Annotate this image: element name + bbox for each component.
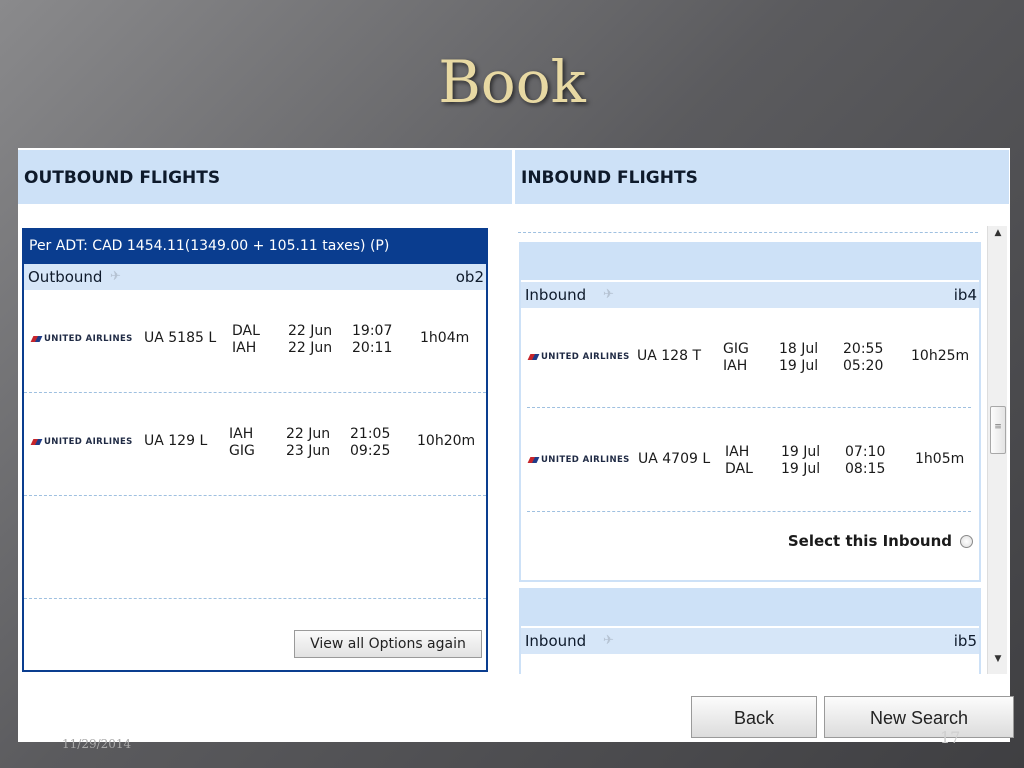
airports: DAL IAH [232,323,260,356]
duration: 10h25m [911,348,970,364]
flight-segment: UNITED AIRLINES UA 5185 L DAL IAH 22 Jun 2… [24,290,486,393]
duration: 10h20m [417,433,476,449]
outbound-option-box: Per ADT: CAD 1454.11(1349.00 + 105.11 ta… [22,228,488,672]
flight-segment: UNITED AIRLINES UA 129 L IAH GIG 22 Jun 23… [24,393,486,496]
select-inbound-row[interactable]: Select this Inbound [788,532,973,550]
airports: GIG IAH [723,341,749,374]
duration: 1h04m [420,330,470,346]
view-all-options-button[interactable]: View all Options again [294,630,482,658]
dates: 19 Jul 19 Jul [781,444,821,477]
airline-logo: UNITED AIRLINES [527,455,630,465]
plane-icon: ✈ [110,269,121,284]
flight-segment: UNITED AIRLINES UA 128 T GIG IAH 18 Jul 19… [527,308,971,408]
inbound-option-box: Inbound ✈ ib4 UNITED AIRLINES UA 128 T G… [519,242,981,582]
airline-logo: UNITED AIRLINES [527,352,630,362]
duration: 1h05m [915,451,965,467]
flight-number: UA 129 L [144,433,208,449]
flight-number: UA 5185 L [144,330,217,346]
slide-title: Book [438,48,586,116]
fare-summary: Per ADT: CAD 1454.11(1349.00 + 105.11 ta… [24,230,486,264]
new-search-button[interactable]: New Search [824,696,1014,738]
times: 07:10 08:15 [845,444,886,477]
fare-band [521,244,979,280]
leg-code: ib4 [953,286,977,304]
plane-icon: ✈ [603,633,614,648]
outbound-leg-bar: Outbound ✈ ob2 [24,264,486,290]
empty-segment-divider [24,496,486,599]
dates: 22 Jun 23 Jun [286,426,331,459]
outbound-header: OUTBOUND FLIGHTS [18,150,512,204]
dates: 22 Jun 22 Jun [288,323,333,356]
inbound-leg-bar: Inbound ✈ ib5 [521,628,979,654]
leg-code: ib5 [953,632,977,650]
airports: IAH GIG [229,426,255,459]
inbound-option-box: Inbound ✈ ib5 [519,588,981,674]
times: 19:07 20:11 [352,323,393,356]
inbound-header: INBOUND FLIGHTS [515,150,1009,204]
leg-code: ob2 [455,268,484,286]
inbound-leg-bar: Inbound ✈ ib4 [521,282,979,308]
flight-number: UA 128 T [637,348,701,364]
scroll-thumb[interactable]: ≡ [990,406,1006,454]
airline-logo: UNITED AIRLINES [30,334,133,344]
airline-logo: UNITED AIRLINES [30,437,133,447]
select-inbound-label: Select this Inbound [787,532,952,550]
select-inbound-radio[interactable] [960,535,973,548]
dates: 18 Jul 19 Jul [779,341,819,374]
times: 21:05 09:25 [350,426,391,459]
plane-icon: ✈ [603,287,614,302]
scroll-up-arrow-icon[interactable]: ▲ [988,228,1008,246]
slide-page-number: 17 [940,728,961,747]
back-button[interactable]: Back [691,696,817,738]
scroll-down-arrow-icon[interactable]: ▼ [988,654,1008,672]
flight-segment: UNITED AIRLINES UA 4709 L IAH DAL 19 Jul 1… [527,408,971,512]
leg-label: Inbound [525,632,587,650]
flight-number: UA 4709 L [638,451,711,467]
divider [518,232,978,233]
times: 20:55 05:20 [843,341,884,374]
airports: IAH DAL [725,444,753,477]
inbound-scrollbar[interactable]: ▲ ≡ ▼ [987,226,1007,674]
leg-label: Inbound [525,286,587,304]
scroll-grip-icon: ≡ [994,422,1002,432]
inbound-scroll-panel: Inbound ✈ ib4 UNITED AIRLINES UA 128 T G… [516,226,986,674]
fare-band [521,590,979,626]
booking-frame: OUTBOUND FLIGHTS INBOUND FLIGHTS Per ADT… [18,148,1014,742]
slide-date: 11/29/2014 [62,737,132,751]
